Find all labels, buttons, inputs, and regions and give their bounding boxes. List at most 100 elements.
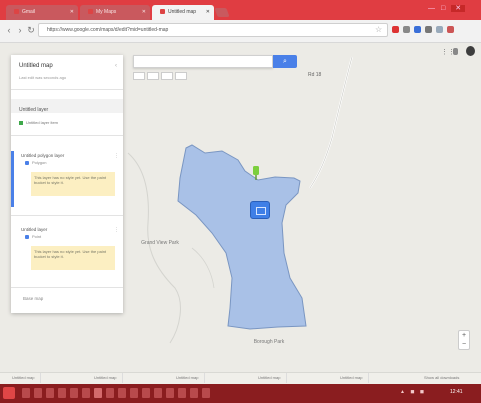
polygon-label-marker-icon[interactable] bbox=[250, 201, 270, 219]
minimize-button[interactable]: — bbox=[428, 5, 441, 12]
taskbar-app-icon[interactable] bbox=[94, 388, 102, 398]
layer-options-icon[interactable]: ⋮ bbox=[114, 227, 119, 233]
place-label: Borough Park bbox=[253, 339, 285, 345]
hand-tool-icon[interactable] bbox=[161, 72, 173, 80]
layer-checkbox[interactable] bbox=[25, 161, 29, 165]
taskbar-app-icon[interactable] bbox=[142, 388, 150, 398]
browser-tab-gmail[interactable]: Gmail ✕ bbox=[6, 5, 78, 20]
map-legend-panel: Untitled map Last edit was seconds ago ‹… bbox=[11, 55, 123, 313]
show-all-downloads-link[interactable]: Show all downloads bbox=[418, 373, 465, 383]
taskbar-app-icon[interactable] bbox=[22, 388, 30, 398]
zoom-in-button[interactable]: + bbox=[459, 331, 469, 340]
notifications-icon[interactable] bbox=[453, 48, 458, 55]
search-button[interactable]: ⌕ bbox=[273, 55, 297, 68]
selected-layer-indicator bbox=[11, 151, 14, 207]
taskbar-app-icon[interactable] bbox=[154, 388, 162, 398]
taskbar-app-icon[interactable] bbox=[130, 388, 138, 398]
close-tab-icon[interactable]: ✕ bbox=[70, 5, 74, 20]
tab-favicon-icon bbox=[160, 9, 165, 15]
close-tab-icon[interactable]: ✕ bbox=[142, 5, 146, 20]
base-layer-label[interactable]: Untitled layer bbox=[19, 107, 48, 113]
drawing-toolbar bbox=[133, 72, 193, 80]
road-small bbox=[191, 247, 215, 289]
download-item[interactable]: Untitled map bbox=[6, 373, 42, 383]
taskbar-app-icon[interactable] bbox=[118, 388, 126, 398]
zoom-out-button[interactable]: − bbox=[459, 340, 469, 349]
extension-icons bbox=[392, 26, 480, 35]
back-arrow-icon[interactable]: ‹ bbox=[4, 25, 14, 35]
layer-options-icon[interactable]: ⋮ bbox=[114, 153, 119, 159]
layer-block-polygon[interactable]: Untitled polygon layer ⋮ Polygon This la… bbox=[11, 151, 123, 207]
extension-icon[interactable] bbox=[425, 26, 432, 33]
forward-arrow-icon[interactable]: › bbox=[15, 25, 25, 35]
redo-icon[interactable] bbox=[147, 72, 159, 80]
map-title[interactable]: Untitled map bbox=[19, 63, 53, 69]
taskbar-app-icon[interactable] bbox=[166, 388, 174, 398]
taskbar-app-icon[interactable] bbox=[178, 388, 186, 398]
taskbar-app-icon[interactable] bbox=[190, 388, 198, 398]
undo-icon[interactable] bbox=[133, 72, 145, 80]
divider bbox=[11, 215, 123, 216]
road-left bbox=[127, 152, 181, 344]
layer-style-note: This layer has no style yet. Use the pai… bbox=[31, 246, 115, 270]
collapse-panel-icon[interactable]: ‹ bbox=[115, 63, 117, 69]
layer-item-label[interactable]: Point bbox=[32, 234, 41, 239]
account-avatar[interactable] bbox=[466, 46, 475, 56]
base-map-toggle[interactable]: Base map bbox=[23, 296, 43, 301]
tab-label: Gmail bbox=[22, 9, 36, 15]
tab-favicon-icon bbox=[14, 9, 19, 15]
browser-tab-my-maps[interactable]: My Maps ✕ bbox=[80, 5, 150, 20]
zoom-control: + − bbox=[458, 330, 470, 350]
url-text: https://www.google.com/maps/d/edit?mid=u… bbox=[47, 27, 169, 33]
download-item[interactable]: Untitled map bbox=[334, 373, 370, 383]
layer-style-note: This layer has no style yet. Use the pai… bbox=[31, 172, 115, 196]
extension-icon[interactable] bbox=[414, 26, 421, 33]
drawn-polygon-shape bbox=[177, 144, 307, 330]
layer-checkbox[interactable] bbox=[25, 235, 29, 239]
close-tab-icon[interactable]: ✕ bbox=[206, 5, 210, 20]
download-item[interactable]: Untitled map bbox=[252, 373, 288, 383]
reload-icon[interactable]: ↻ bbox=[26, 25, 36, 35]
taskbar-app-icon[interactable] bbox=[46, 388, 54, 398]
marker-tool-icon[interactable] bbox=[175, 72, 187, 80]
road-label: Rd 18 bbox=[308, 72, 322, 78]
map-subtitle: Last edit was seconds ago bbox=[19, 75, 67, 80]
pin-marker-icon[interactable] bbox=[252, 166, 260, 180]
window-controls: —□ ✕ bbox=[428, 4, 480, 14]
divider bbox=[11, 89, 123, 90]
search-icon: ⌕ bbox=[283, 58, 287, 65]
layer-item-label[interactable]: Polygon bbox=[32, 160, 46, 165]
layer-block-point[interactable]: Untitled layer ⋮ Point This layer has no… bbox=[11, 225, 123, 281]
map-search-input[interactable] bbox=[133, 55, 273, 68]
extension-icon[interactable] bbox=[403, 26, 410, 33]
maximize-button[interactable]: □ bbox=[441, 5, 451, 12]
tab-favicon-icon bbox=[88, 9, 93, 15]
tab-label: My Maps bbox=[96, 9, 117, 15]
extension-icon[interactable] bbox=[436, 26, 443, 33]
browser-tab-untitled-map[interactable]: Untitled map ✕ bbox=[152, 5, 214, 20]
layer-item-label: Untitled layer item bbox=[26, 120, 59, 125]
extension-icon[interactable] bbox=[392, 26, 399, 33]
taskbar-app-icon[interactable] bbox=[82, 388, 90, 398]
layer-title[interactable]: Untitled polygon layer bbox=[21, 153, 64, 158]
tab-label: Untitled map bbox=[168, 9, 197, 15]
taskbar-app-icon[interactable] bbox=[58, 388, 66, 398]
layer-title[interactable]: Untitled layer bbox=[21, 227, 47, 232]
place-label: Grand View Park bbox=[141, 240, 179, 246]
layer-checkbox[interactable] bbox=[19, 121, 23, 125]
address-bar[interactable]: https://www.google.com/maps/d/edit?mid=u… bbox=[38, 23, 388, 37]
taskbar-app-icon[interactable] bbox=[70, 388, 78, 398]
menu-icon[interactable] bbox=[447, 26, 454, 33]
taskbar-app-icon[interactable] bbox=[202, 388, 210, 398]
start-menu-icon[interactable] bbox=[3, 387, 15, 399]
system-tray[interactable]: ▲ ◼ ◼ bbox=[400, 389, 426, 395]
download-item[interactable]: Untitled map bbox=[170, 373, 206, 383]
bookmark-star-icon[interactable]: ☆ bbox=[375, 25, 382, 35]
taskbar-app-icon[interactable] bbox=[34, 388, 42, 398]
divider bbox=[11, 135, 123, 136]
close-window-button[interactable]: ✕ bbox=[451, 5, 466, 12]
divider bbox=[11, 287, 123, 288]
taskbar-app-icon[interactable] bbox=[106, 388, 114, 398]
download-item[interactable]: Untitled map bbox=[88, 373, 124, 383]
taskbar-clock[interactable]: 12:41 bbox=[450, 389, 463, 395]
